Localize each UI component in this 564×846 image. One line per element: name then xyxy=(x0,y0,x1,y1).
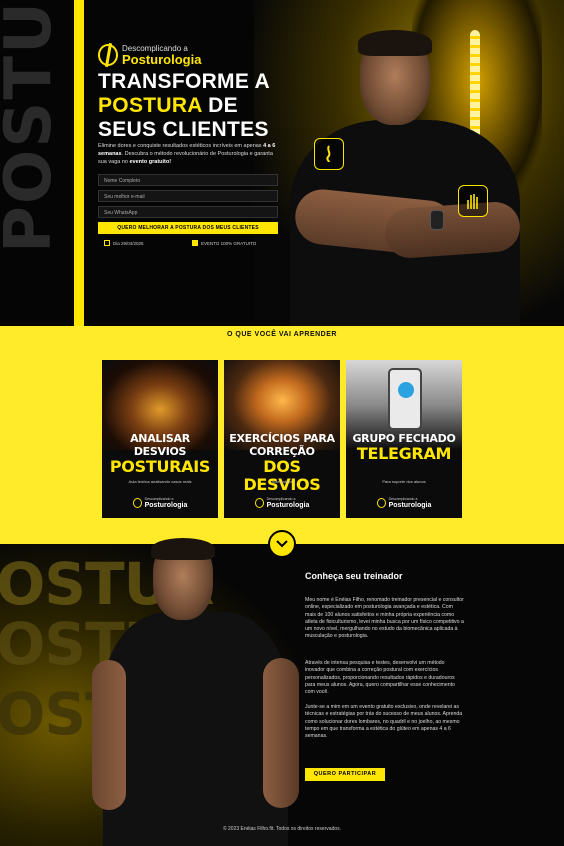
chevron-down-icon[interactable] xyxy=(268,530,296,558)
footer-copyright: © 2023 Enéias Filho.fit. Todos os direit… xyxy=(222,826,342,832)
spine-icon xyxy=(314,138,344,170)
course-card-telegram[interactable]: GRUPO FECHADO TELEGRAM Para suporte dos a… xyxy=(346,360,462,518)
trainer-hero-photo xyxy=(290,30,522,326)
watch xyxy=(430,210,444,230)
calendar-icon xyxy=(104,240,110,246)
event-date: Dia 29/04/2025 xyxy=(104,240,144,246)
card-logo: Descomplicando a Posturologia xyxy=(224,497,340,509)
course-card-exercises[interactable]: EXERCÍCIOS PARA CORREÇÃO DOS DESVIOS Aula… xyxy=(224,360,340,518)
trainer-photo xyxy=(92,538,299,846)
hero-bg-word: POSTU xyxy=(0,0,66,254)
hero-subtitle: Elimine dores e conquiste resultados est… xyxy=(98,143,276,165)
telegram-icon xyxy=(398,382,414,398)
hero-section: POSTU Descomplicando a Posturologia TRAN… xyxy=(0,0,564,326)
card-logo: Descomplicando a Posturologia xyxy=(102,497,218,509)
hero-cta-button[interactable]: QUERO MELHORAR A POSTURA DOS MEUS CLIENT… xyxy=(98,222,278,234)
event-free: EVENTO 100% GRATUITO xyxy=(192,240,256,246)
logo-icon xyxy=(98,44,118,66)
trainer-paragraph-1: Meu nome é Enéias Filho, renomado treina… xyxy=(305,597,464,640)
brand-logo: Descomplicando a Posturologia xyxy=(98,44,201,66)
hand-icon xyxy=(458,185,488,217)
trainer-title: Conheça seu treinador xyxy=(305,571,403,581)
landing-page: POSTU Descomplicando a Posturologia TRAN… xyxy=(0,0,564,846)
check-icon xyxy=(192,240,198,246)
learn-title: O QUE VOCÊ VAI APRENDER xyxy=(227,331,337,338)
hero-headline: TRANSFORME A POSTURA DE SEUS CLIENTES xyxy=(98,70,270,141)
name-field[interactable]: Nome Completo xyxy=(98,174,278,186)
whatsapp-field[interactable]: Seu WhatsApp xyxy=(98,206,278,218)
trainer-paragraph-3: Junte-se a mim em um evento gratuito exc… xyxy=(305,704,463,740)
course-card-analysis[interactable]: ANALISAR DESVIOS POSTURAIS Aula teórica a… xyxy=(102,360,218,518)
trainer-paragraph-2: Através de intensa pesquisa e testes, de… xyxy=(305,660,455,696)
participate-button[interactable]: QUERO PARTICIPAR xyxy=(305,768,385,781)
email-field[interactable]: Seu melhor e-mail xyxy=(98,190,278,202)
logo-icon xyxy=(376,498,386,509)
logo-big-text: Posturologia xyxy=(122,51,202,67)
card-logo: Descomplicando a Posturologia xyxy=(346,497,462,509)
accent-stripe xyxy=(74,0,84,326)
logo-icon xyxy=(254,498,264,509)
phone-image xyxy=(388,368,422,430)
logo-icon xyxy=(132,498,142,509)
